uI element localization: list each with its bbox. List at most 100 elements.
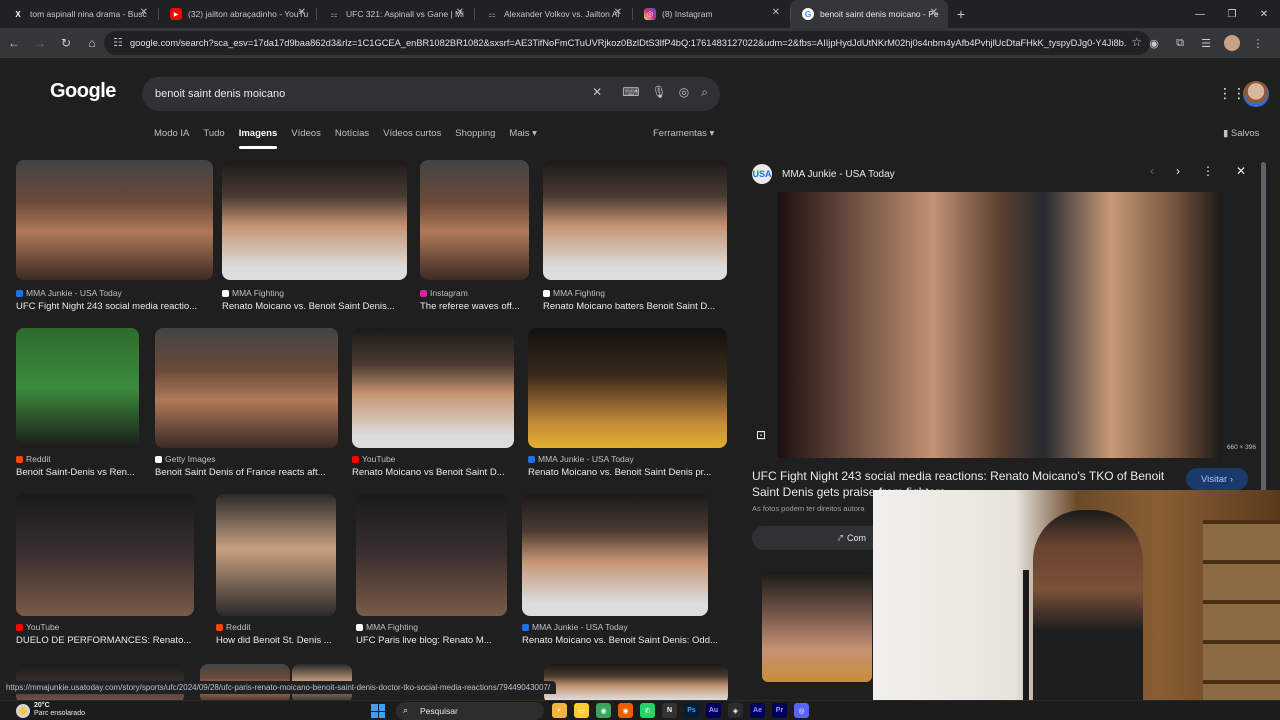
related-image[interactable] xyxy=(762,572,872,682)
search-icon[interactable]: ⌕ xyxy=(701,85,708,100)
weather-widget[interactable]: 20°C Parc ensolarado xyxy=(16,702,85,718)
audition-icon[interactable]: Au xyxy=(706,703,721,718)
image-result[interactable]: MMA Fighting Renato Moicano batters Beno… xyxy=(543,160,727,312)
viewer-source[interactable]: USA MMA Junkie - USA Today xyxy=(752,164,895,184)
close-tab-icon[interactable]: ✕ xyxy=(140,7,148,18)
profile-avatar[interactable] xyxy=(1224,35,1240,51)
previous-icon[interactable]: ‹ xyxy=(1150,164,1154,178)
image-result[interactable]: MMA Junkie - USA Today Renato Moicano vs… xyxy=(522,494,720,646)
more-options-icon[interactable]: ⋮ xyxy=(1202,164,1214,178)
keyboard-icon[interactable]: ⌨ xyxy=(622,85,639,100)
result-caption[interactable]: Renato Moicano vs. Benoit Saint Denis... xyxy=(222,301,407,312)
image-result[interactable]: Instagram The referee waves off... xyxy=(420,160,529,312)
image-result[interactable]: YouTube Renato Moicano vs Benoit Saint D… xyxy=(352,328,514,480)
result-thumbnail[interactable] xyxy=(216,494,336,616)
image-result[interactable]: Getty Images Benoit Saint Denis of Franc… xyxy=(155,328,338,480)
result-thumbnail[interactable] xyxy=(352,328,514,448)
extension-icon[interactable]: ◉ xyxy=(1142,31,1166,55)
extensions-puzzle-icon[interactable]: ⧉ xyxy=(1168,31,1192,55)
taskbar-search[interactable]: ⌕ Pesquisar xyxy=(396,702,544,720)
result-caption[interactable]: Renato Moicano batters Benoit Saint D... xyxy=(543,301,727,312)
result-thumbnail[interactable] xyxy=(222,160,407,280)
result-thumbnail[interactable] xyxy=(16,160,213,280)
result-thumbnail[interactable] xyxy=(155,328,338,448)
image-result[interactable]: Reddit How did Benoit St. Denis ... xyxy=(216,494,336,646)
photoshop-icon[interactable]: Ps xyxy=(684,703,699,718)
tab-search-icon[interactable]: ☰ xyxy=(1194,31,1218,55)
result-caption[interactable]: The referee waves off... xyxy=(420,301,529,312)
image-result[interactable]: MMA Junkie - USA Today Renato Moicano vs… xyxy=(528,328,727,480)
tab-youtube[interactable]: ▶ (32) jailton abraçadinho - YouTu ✕ xyxy=(158,0,316,28)
visit-button[interactable]: Visitar › xyxy=(1186,468,1248,490)
close-tab-icon[interactable]: ✕ xyxy=(930,7,938,18)
result-caption[interactable]: UFC Paris live blog: Renato M... xyxy=(356,635,507,646)
image-result[interactable] xyxy=(544,664,728,700)
lens-icon[interactable]: ◎ xyxy=(679,85,689,100)
image-result[interactable]: YouTube DUELO DE PERFORMANCES: Renato... xyxy=(16,494,194,646)
result-thumbnail[interactable] xyxy=(356,494,507,616)
result-caption[interactable]: Renato Moicano vs Benoit Saint D... xyxy=(352,467,514,478)
result-caption[interactable]: DUELO DE PERFORMANCES: Renato... xyxy=(16,635,196,646)
result-thumbnail[interactable] xyxy=(544,664,728,700)
bookmark-star-icon[interactable]: ☆ xyxy=(1127,35,1142,49)
tab-mais[interactable]: Mais ▾ xyxy=(509,128,536,139)
premiere-icon[interactable]: Pr xyxy=(772,703,787,718)
image-result[interactable]: MMA Fighting UFC Paris live blog: Renato… xyxy=(356,494,507,646)
tab-videos[interactable]: Vídeos xyxy=(291,128,321,139)
result-caption[interactable]: UFC Fight Night 243 social media reactio… xyxy=(16,301,213,312)
tab-shopping[interactable]: Shopping xyxy=(455,128,495,139)
whatsapp-icon[interactable]: ✆ xyxy=(640,703,655,718)
after-effects-icon[interactable]: Ae xyxy=(750,703,765,718)
result-caption[interactable]: Benoit Saint-Denis vs Ren... xyxy=(16,467,139,478)
tab-instagram[interactable]: ◎ (8) Instagram ✕ xyxy=(632,0,790,28)
search-input[interactable]: benoit saint denis moicano ✕ ⌨ 🎙 ◎ ⌕ xyxy=(142,77,720,111)
result-thumbnail[interactable] xyxy=(522,494,708,616)
forward-icon[interactable]: → xyxy=(28,31,52,55)
viewer-scrollbar[interactable] xyxy=(1261,162,1266,522)
tools-button[interactable]: Ferramentas ▾ xyxy=(653,128,714,139)
preview-image[interactable] xyxy=(778,192,1222,458)
close-icon[interactable]: ✕ xyxy=(1236,164,1246,178)
result-caption[interactable]: Renato Moicano vs. Benoit Saint Denis pr… xyxy=(528,467,727,478)
result-thumbnail[interactable] xyxy=(420,160,529,280)
result-caption[interactable]: How did Benoit St. Denis ... xyxy=(216,635,336,646)
saved-button[interactable]: ▮ Salvos xyxy=(1223,128,1259,139)
result-caption[interactable]: Benoit Saint Denis of France reacts aft.… xyxy=(155,467,338,478)
lens-search-icon[interactable]: ⊡ xyxy=(756,428,766,442)
address-bar[interactable]: ☷ google.com/search?sca_esv=17da17d9baa8… xyxy=(104,31,1150,55)
reload-icon[interactable]: ↻ xyxy=(54,31,78,55)
windows-start-icon[interactable] xyxy=(371,704,385,718)
discord-icon[interactable]: ◎ xyxy=(794,703,809,718)
widget-icon[interactable]: ◐ xyxy=(552,703,567,718)
tab-modo-ia[interactable]: Modo IA xyxy=(154,128,189,139)
tab-google-search[interactable]: G benoit saint denis moicano - Pe ✕ xyxy=(790,0,948,28)
next-icon[interactable]: › xyxy=(1176,164,1180,178)
minimize-icon[interactable]: — xyxy=(1184,0,1216,28)
result-caption[interactable]: Renato Moicano vs. Benoit Saint Denis: O… xyxy=(522,635,720,646)
tab-noticias[interactable]: Notícias xyxy=(335,128,369,139)
image-result[interactable]: MMA Junkie - USA Today UFC Fight Night 2… xyxy=(9,155,221,316)
tab-volkov[interactable]: ⚏ Alexander Volkov vs. Jailton Al ✕ xyxy=(474,0,632,28)
image-result[interactable]: MMA Fighting Renato Moicano vs. Benoit S… xyxy=(222,160,407,312)
new-tab-button[interactable]: + xyxy=(948,0,974,28)
menu-dots-icon[interactable]: ⋮ xyxy=(1246,31,1270,55)
tab-tudo[interactable]: Tudo xyxy=(203,128,224,139)
back-icon[interactable]: ← xyxy=(2,31,26,55)
result-thumbnail[interactable] xyxy=(16,328,139,448)
account-avatar[interactable] xyxy=(1243,81,1269,107)
close-tab-icon[interactable]: ✕ xyxy=(772,7,780,18)
image-result[interactable]: Reddit Benoit Saint-Denis vs Ren... xyxy=(16,328,139,480)
tab-ufc-321[interactable]: ⚏ UFC 321: Aspinall vs Gane | Mi ✕ xyxy=(316,0,474,28)
close-window-icon[interactable]: ✕ xyxy=(1248,0,1280,28)
home-icon[interactable]: ⌂ xyxy=(80,31,104,55)
clear-icon[interactable]: ✕ xyxy=(592,85,602,100)
firefox-icon[interactable]: ◉ xyxy=(618,703,633,718)
chrome-icon[interactable]: ◉ xyxy=(596,703,611,718)
result-thumbnail[interactable] xyxy=(528,328,727,448)
tab-imagens[interactable]: Imagens xyxy=(238,128,277,149)
google-logo[interactable]: Google xyxy=(50,80,116,103)
microphone-icon[interactable]: 🎙 xyxy=(652,85,667,100)
result-thumbnail[interactable] xyxy=(16,494,194,616)
file-explorer-icon[interactable]: ▭ xyxy=(574,703,589,718)
tab-videos-curtos[interactable]: Vídeos curtos xyxy=(383,128,441,139)
